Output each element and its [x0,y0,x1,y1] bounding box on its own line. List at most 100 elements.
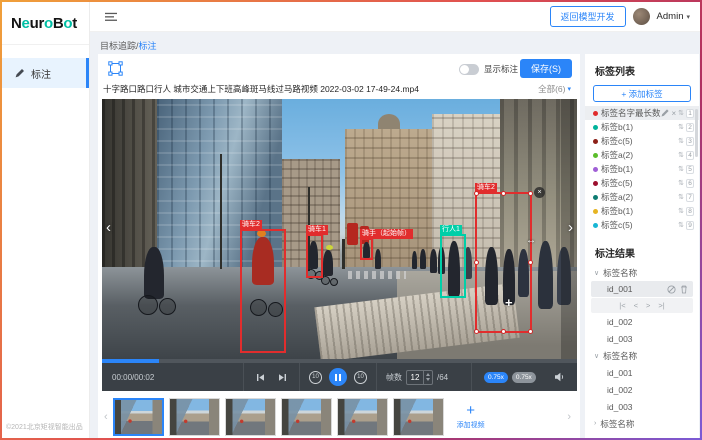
resize-handle[interactable] [501,191,506,196]
result-item-selected[interactable]: id_001 [591,281,693,297]
filmstrip-prev-icon[interactable]: ‹ [104,411,108,423]
resize-handle[interactable] [528,191,533,196]
skip-back-icon[interactable]: 10 [309,371,322,384]
next-video-chevron-icon[interactable]: › [568,213,573,243]
video-thumbnail[interactable] [393,398,444,436]
add-video-button[interactable]: + 添加视频 [449,396,493,438]
result-item[interactable]: id_002 [585,313,699,330]
resize-handle[interactable] [474,329,479,334]
label-row[interactable]: 标签名字最长数... × ⇅ 1 [585,106,699,120]
video-thumbnail[interactable] [281,398,332,436]
resize-handle[interactable] [528,260,533,265]
step-down-icon[interactable] [426,378,430,381]
result-item[interactable]: id_003 [585,330,699,347]
label-name: 标签c(5) [601,177,678,189]
group-label: 标签名称 [600,418,634,430]
filmstrip-next-icon[interactable]: › [567,411,571,423]
show-annotation-toggle[interactable] [459,64,479,75]
add-video-label: 添加视频 [457,420,485,430]
result-item[interactable]: id_003 [585,398,699,415]
bbox-rider-startframe[interactable]: 骑手（起始帧） [360,238,373,260]
label-name: 标签a(2) [601,191,678,203]
cyclist-silhouette [144,247,164,299]
step-up-icon[interactable] [426,373,430,376]
user-menu[interactable]: Admin▾ [657,11,690,22]
bbox-cyclist-2-selected[interactable]: 骑车2 × [475,192,532,333]
video-frame: 骑车2 骑车1 骑手（起始帧） 行人1 骑车2 × ‹ › + ↔ [102,99,577,359]
bbox-cyclist-1[interactable]: 骑车1 [306,234,323,278]
label-list-title: 标签列表 [585,54,699,78]
sort-icon: ⇅ [678,207,684,215]
screenshot-frame: NeuroBot 标注 ©2021北京矩视智能出品 返回模型开发 Admin▾ … [0,0,702,440]
video-thumbnail[interactable] [337,398,388,436]
next-frame-button[interactable] [278,373,287,382]
label-color-dot [593,111,598,116]
label-row[interactable]: 标签b(1)⇅8 [585,204,699,218]
scene-crosswalk [348,271,406,279]
label-row[interactable]: 标签b(1)⇅5 [585,162,699,176]
resize-handle[interactable] [474,260,479,265]
menu-collapse-icon[interactable] [105,12,117,22]
result-group[interactable]: ∨标签名称 [585,347,699,364]
next-frame-icon[interactable]: > [646,301,650,310]
shortcut-keycap: 8 [686,207,694,216]
label-name: 标签b(1) [601,205,678,217]
pause-button[interactable] [329,368,347,386]
scrollbar[interactable] [695,109,698,157]
video-thumbnail[interactable] [169,398,220,436]
result-group-collapsed[interactable]: ›标签名称 [585,415,699,432]
bbox-close-icon[interactable]: × [534,187,545,198]
delete-label-icon[interactable]: × [671,109,676,118]
trash-icon[interactable] [680,285,688,294]
label-filter-dropdown[interactable]: 全部(6)▾ [538,83,571,95]
speed-pill-active[interactable]: 0.75x [484,372,508,383]
result-item[interactable]: id_002 [585,381,699,398]
resize-handle[interactable] [528,329,533,334]
video-thumbnail[interactable] [225,398,276,436]
frame-stepper[interactable] [423,371,432,384]
volume-icon[interactable] [554,372,565,382]
bike-wheel [138,295,158,315]
hide-icon[interactable] [667,285,676,294]
bbox-pedestrian-1[interactable]: 行人1 [440,234,466,298]
sort-icon: ⇅ [678,165,684,173]
video-thumbnail-selected[interactable] [113,398,164,436]
add-label-button[interactable]: + 添加标签 [593,85,691,102]
label-row[interactable]: 标签a(2)⇅4 [585,148,699,162]
first-frame-icon[interactable]: |< [619,301,625,310]
result-item[interactable]: id_001 [585,364,699,381]
skip-forward-icon[interactable]: 10 [354,371,367,384]
breadcrumb-parent[interactable]: 目标追踪 [100,41,136,51]
rect-select-tool-icon[interactable] [108,61,123,81]
result-group[interactable]: ∨标签名称 [585,264,699,281]
bbox-cyclist-2[interactable]: 骑车2 [240,229,286,353]
player-controls: 00:00/00:02 10 10 帧数 12 /64 0.75x 0.7 [102,363,577,391]
label-row[interactable]: 标签c(5)⇅9 [585,218,699,232]
result-id: id_003 [607,402,633,412]
label-row[interactable]: 标签c(5)⇅6 [585,176,699,190]
edit-icon[interactable] [661,109,669,117]
app-window: NeuroBot 标注 ©2021北京矩视智能出品 返回模型开发 Admin▾ … [2,2,700,438]
label-row[interactable]: 标签c(5)⇅3 [585,134,699,148]
prev-frame-icon[interactable]: < [634,301,638,310]
right-panel: 标签列表 + 添加标签 标签名字最长数... × ⇅ 1 标签b(1)⇅2 标签… [585,54,699,438]
prev-frame-button[interactable] [256,373,265,382]
last-frame-icon[interactable]: >| [658,301,664,310]
result-id: id_003 [607,334,633,344]
back-to-model-dev-button[interactable]: 返回模型开发 [550,6,626,27]
avatar[interactable] [633,8,650,25]
speed-pill[interactable]: 0.75x [512,372,536,383]
label-row[interactable]: 标签b(1)⇅2 [585,120,699,134]
label-color-dot [593,223,598,228]
label-row[interactable]: 标签a(2)⇅7 [585,190,699,204]
pedestrian-silhouette [538,241,553,309]
label-name: 标签c(5) [601,219,678,231]
frame-number-value: 12 [407,371,423,384]
frame-number-input[interactable]: 12 [406,370,433,385]
sort-icon: ⇅ [678,123,684,131]
resize-handle[interactable] [501,329,506,334]
sidebar-item-annotate[interactable]: 标注 [2,58,89,88]
resize-handle[interactable] [474,191,479,196]
prev-video-chevron-icon[interactable]: ‹ [106,213,111,243]
save-button[interactable]: 保存(S) [520,59,572,78]
